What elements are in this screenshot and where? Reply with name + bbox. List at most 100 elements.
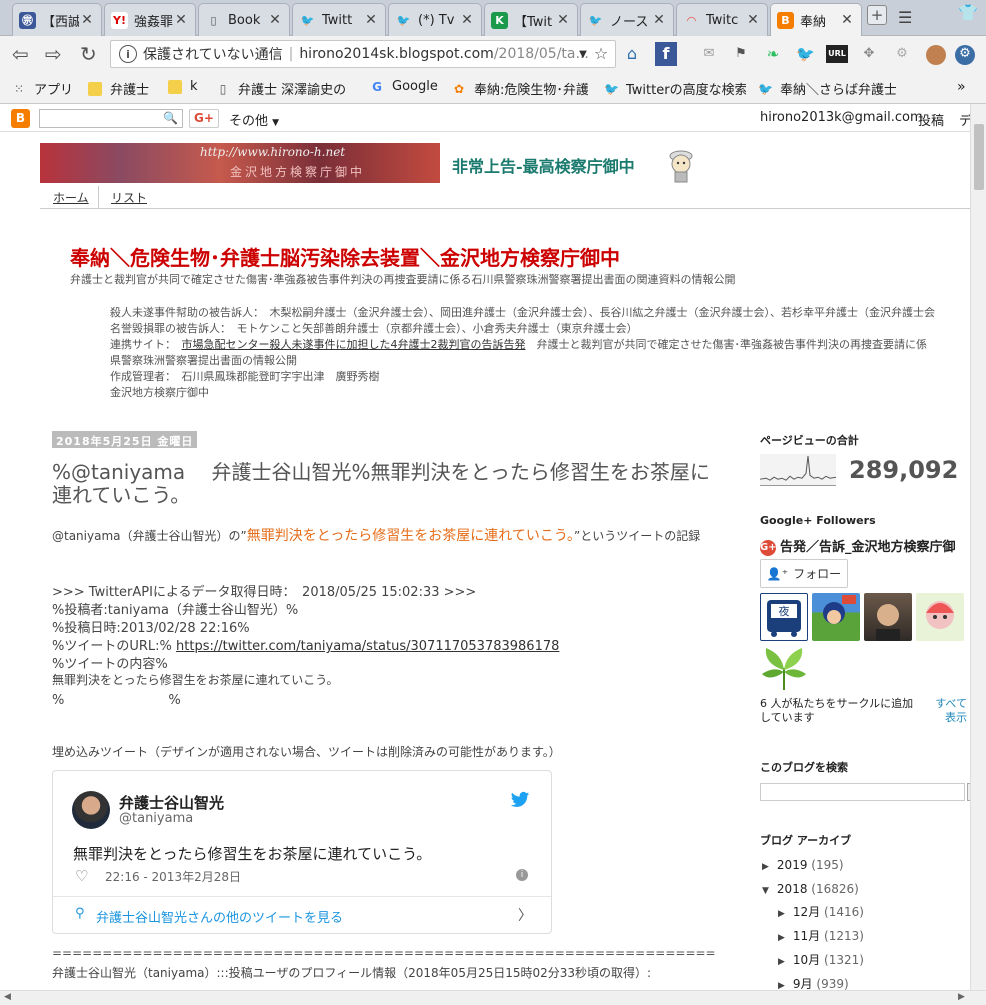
star-icon[interactable]: ☆	[592, 45, 610, 63]
archive-month-11[interactable]: ▶ 11月 (1213)	[778, 927, 864, 944]
url-shortener-icon[interactable]: URL	[826, 45, 848, 63]
bookmark-7[interactable]: 🐦 奉納＼さらば弁護士	[758, 79, 896, 99]
follower-avatar-2[interactable]	[812, 593, 860, 641]
tab-5[interactable]: K 【Twit ✕	[484, 3, 578, 36]
bookmark-5[interactable]: ✿ 奉納:危険生物･弁護	[452, 79, 588, 99]
bookmark-icon[interactable]: ⚑	[732, 45, 750, 63]
info-icon[interactable]: i	[516, 869, 528, 881]
tab-4[interactable]: 🐦 (*) Tv ✕	[388, 3, 482, 36]
bookmark-google[interactable]: G Google	[370, 79, 438, 94]
new-post-link[interactable]: 投稿	[918, 110, 944, 129]
info-line-4: 県警察珠洲警察署提出書面の情報公開	[110, 354, 297, 367]
follower-avatar-1[interactable]: 夜	[760, 593, 808, 641]
twitter-icon[interactable]: 🐦	[796, 45, 815, 63]
tab-8-active[interactable]: B 奉納 ✕	[770, 3, 862, 36]
scroll-left-icon[interactable]: ◀	[4, 992, 11, 1002]
blogger-icon[interactable]: B	[11, 109, 30, 128]
close-icon[interactable]: ✕	[173, 12, 189, 28]
tab-label: 【西誠	[42, 14, 79, 30]
more-menu[interactable]: その他 ▼	[229, 110, 279, 129]
close-icon[interactable]: ✕	[839, 12, 855, 28]
bookmark-3[interactable]: ▯ 弁護士 深澤諭史の	[216, 79, 356, 99]
header-banner-image[interactable]: http://www.hirono-h.net 金沢地方検察庁御中	[40, 143, 440, 183]
more-tweets-link[interactable]: 弁護士谷山智光さんの他のツイートを見る	[96, 907, 343, 926]
profile-icon[interactable]: 👕	[958, 3, 978, 22]
tab-2[interactable]: ▯ Book ✕	[198, 3, 290, 36]
blog-search-input[interactable]	[760, 783, 965, 801]
tab-1[interactable]: Y! 強姦罪 ✕	[104, 3, 196, 36]
facebook-icon[interactable]: f	[655, 42, 677, 66]
close-icon[interactable]: ✕	[745, 12, 761, 28]
see-all-link[interactable]: すべて表示	[927, 697, 967, 725]
heart-icon[interactable]: ♡	[75, 867, 88, 885]
close-icon[interactable]: ✕	[267, 12, 283, 28]
tweet-author-handle[interactable]: @taniyama	[119, 811, 193, 826]
horizontal-scrollbar[interactable]: ◀ ▶	[0, 990, 986, 1005]
info-line-1: 殺人未遂事件幇助の被告訴人： 木梨松嗣弁護士（金沢弁護士会）、岡田進弁護士（金沢…	[110, 306, 935, 319]
extension-icon[interactable]: ⚙	[893, 45, 911, 63]
close-icon[interactable]: ✕	[555, 12, 571, 28]
tab-list[interactable]: リスト	[111, 189, 147, 206]
avatar-icon[interactable]	[926, 45, 946, 65]
dropdown-icon[interactable]: ▼	[574, 46, 592, 64]
embedded-tweet[interactable]: 弁護士谷山智光 @taniyama 無罪判決をとったら修習生をお茶屋に連れていこ…	[52, 770, 552, 934]
bookmarks-overflow-icon[interactable]: »	[957, 79, 966, 95]
evernote-icon[interactable]: ❧	[764, 45, 782, 63]
bookmark-folder-1[interactable]: 弁護士	[88, 79, 149, 98]
pageviews-sparkline	[760, 454, 836, 486]
scrollbar-thumb[interactable]	[974, 124, 984, 190]
tab-3[interactable]: 🐦 Twitt ✕	[292, 3, 386, 36]
close-icon[interactable]: ✕	[651, 12, 667, 28]
follower-avatar-3[interactable]	[864, 593, 912, 641]
archive-year-2018[interactable]: ▼ 2018 (16826)	[762, 882, 859, 896]
tab-list-icon[interactable]: ☰	[898, 8, 912, 27]
tweet-time[interactable]: 22:16 - 2013年2月28日	[105, 868, 241, 885]
reload-icon[interactable]: ↻	[80, 42, 97, 66]
twitter-icon[interactable]	[510, 791, 530, 809]
scroll-right-icon[interactable]: ▶	[958, 992, 965, 1002]
close-icon[interactable]: ✕	[459, 12, 475, 28]
mail-icon[interactable]: ✉	[700, 45, 718, 63]
vertical-scrollbar[interactable]	[970, 104, 986, 990]
account-email[interactable]: hirono2013k@gmail.com	[760, 110, 923, 125]
follower-avatar-4[interactable]	[916, 593, 964, 641]
tweet-author-name[interactable]: 弁護士谷山智光	[119, 792, 224, 813]
folder-icon	[168, 79, 182, 94]
archive-count: (939)	[816, 977, 849, 991]
tab-6[interactable]: 🐦 ノース ✕	[580, 3, 674, 36]
tab-home[interactable]: ホーム	[53, 189, 89, 206]
yahoo-icon: Y!	[111, 11, 128, 29]
partner-site-link[interactable]: 市場急配センター殺人未遂事件に加担した4弁護士2裁判官の告訴告発	[182, 338, 526, 351]
tab-0[interactable]: ㊪ 【西誠 ✕	[12, 3, 102, 36]
back-icon[interactable]: ⇦	[12, 42, 29, 66]
post-title[interactable]: %@taniyama 弁護士谷山智光%無罪判決をとったら修習生をお茶屋に連れてい…	[52, 461, 722, 507]
bookmark-apps[interactable]: ⁙ アプリ	[12, 79, 73, 99]
gear-icon[interactable]: ⚙	[955, 45, 975, 65]
follow-label: フォロー	[793, 567, 842, 581]
forward-icon[interactable]: ⇨	[45, 42, 62, 66]
leaf-icon[interactable]	[760, 644, 808, 692]
archive-year-2019[interactable]: ▶ 2019 (195)	[762, 858, 844, 872]
bookmark-folder-2[interactable]: k	[168, 79, 198, 94]
move-icon[interactable]: ✥	[860, 45, 878, 63]
navbar-search-input[interactable]: 🔍	[39, 109, 183, 128]
close-icon[interactable]: ✕	[363, 12, 379, 28]
follow-button[interactable]: 👤⁺ フォロー	[760, 559, 848, 588]
chevron-right-icon: ▶	[778, 909, 785, 919]
close-icon[interactable]: ✕	[79, 12, 95, 28]
info-icon[interactable]: i	[119, 45, 137, 63]
archive-month-10[interactable]: ▶ 10月 (1321)	[778, 951, 864, 968]
new-tab-button[interactable]: +	[867, 5, 887, 25]
home-icon[interactable]: ⌂	[623, 45, 641, 63]
chevron-right-icon[interactable]: 〉	[518, 905, 532, 925]
search-icon[interactable]: 🔍	[163, 111, 178, 125]
archive-month-12[interactable]: ▶ 12月 (1416)	[778, 903, 864, 920]
address-bar[interactable]: i 保護されていない通信 | hirono2014sk.blogspot.com…	[110, 40, 616, 68]
tab-7[interactable]: ◠ Twitc ✕	[676, 3, 768, 36]
bookmark-6[interactable]: 🐦 Twitterの高度な検索	[604, 79, 746, 99]
tweet-url-link[interactable]: https://twitter.com/taniyama/status/3071…	[176, 639, 559, 654]
avatar[interactable]	[72, 791, 110, 829]
blog-title[interactable]: 奉納＼危険生物･弁護士脳汚染除去装置＼金沢地方検察庁御中	[70, 242, 620, 271]
gplus-button[interactable]: G+	[189, 109, 219, 128]
followers-page-link[interactable]: G+ 告発／告訴_金沢地方検察庁御	[760, 536, 956, 556]
